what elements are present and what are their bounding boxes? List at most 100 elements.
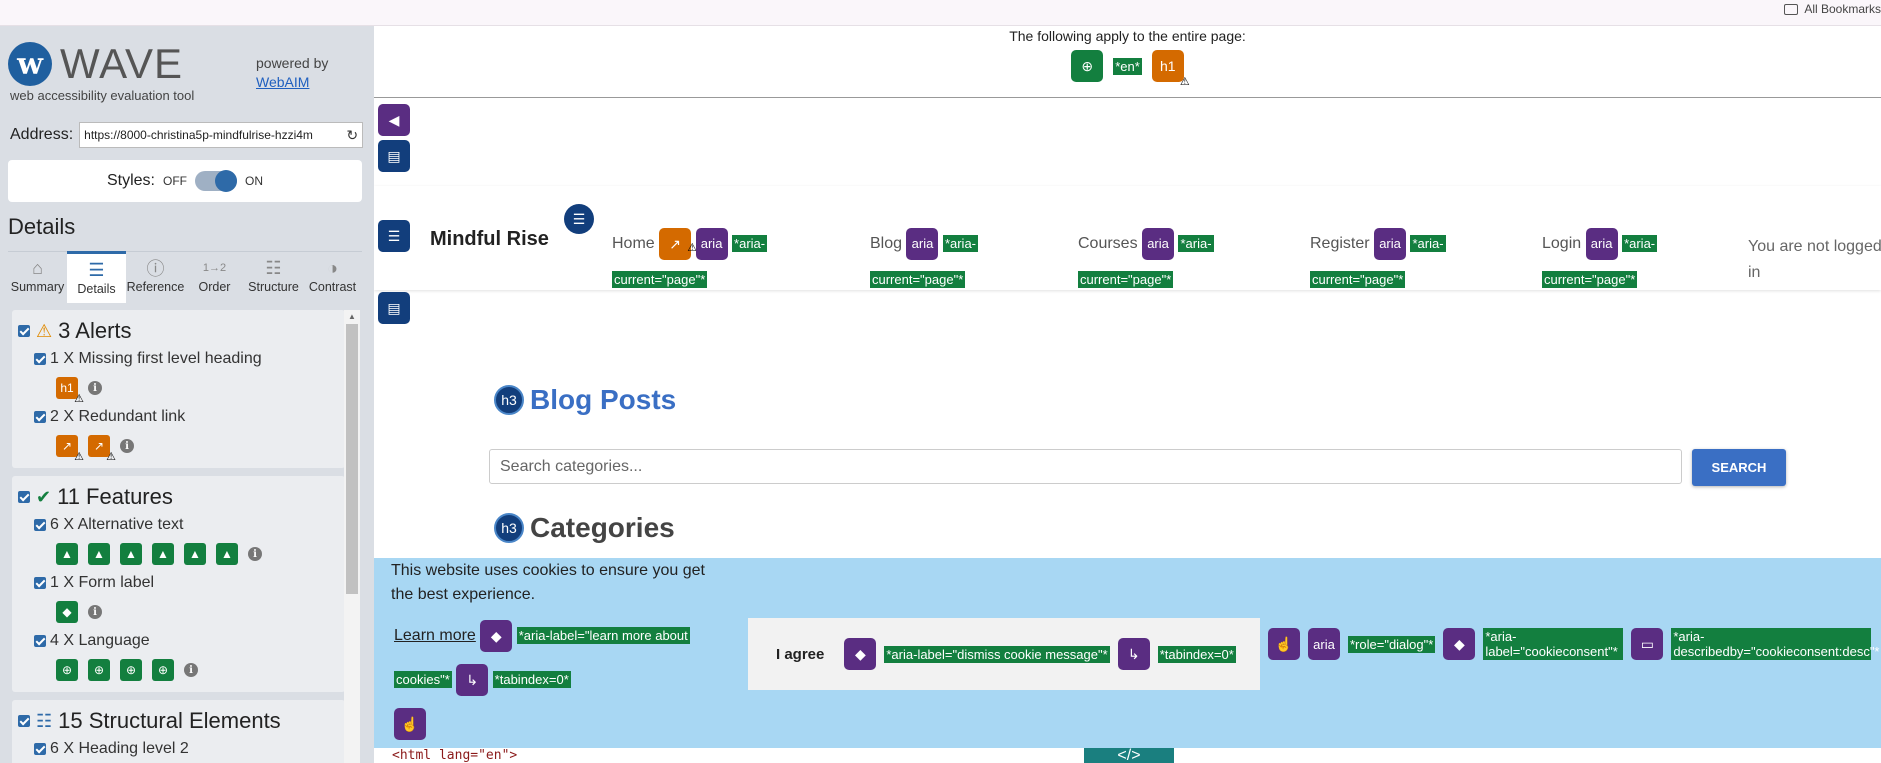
alt-text-icon[interactable]: ▲ bbox=[184, 543, 206, 565]
item-checkbox[interactable] bbox=[34, 577, 46, 589]
alerts-title: 3 Alerts bbox=[58, 318, 132, 343]
tab-structure-label: Structure bbox=[248, 280, 299, 294]
info-icon[interactable]: i bbox=[88, 605, 102, 619]
pointer-icon[interactable]: ☝ bbox=[394, 707, 426, 740]
webaim-link[interactable]: WebAIM bbox=[256, 74, 309, 90]
info-icon[interactable]: i bbox=[88, 381, 102, 395]
nav-item-blog[interactable]: Blog aria *aria- current="page"* bbox=[870, 226, 1030, 298]
info-icon[interactable]: i bbox=[120, 439, 134, 453]
search-placeholder: Search categories... bbox=[500, 458, 643, 475]
list-icon[interactable]: ☰ bbox=[564, 204, 594, 234]
aria-tag: *aria- bbox=[1622, 235, 1658, 252]
language-icon[interactable]: ⊕ bbox=[56, 659, 78, 681]
language-icon[interactable]: ⊕ bbox=[88, 659, 110, 681]
tab-contrast[interactable]: ◑ Contrast bbox=[303, 251, 362, 303]
tag-icon[interactable]: ◆ bbox=[1443, 628, 1476, 660]
scroll-up-icon[interactable]: ▲ bbox=[348, 312, 356, 321]
features-checkbox[interactable] bbox=[18, 491, 30, 503]
aria-icon[interactable]: aria bbox=[1585, 227, 1618, 260]
aria-label-tag: *aria-label="cookieconsent"* bbox=[1483, 628, 1624, 660]
search-input[interactable]: Search categories... bbox=[489, 449, 1682, 484]
site-brand[interactable]: Mindful Rise bbox=[430, 228, 549, 251]
learn-more-link[interactable]: Learn more bbox=[394, 627, 476, 644]
tab-summary[interactable]: ⌂ Summary bbox=[8, 251, 67, 303]
header-landmark-icon[interactable]: ▤ bbox=[378, 140, 410, 172]
item-checkbox[interactable] bbox=[34, 353, 46, 365]
h3-icon[interactable]: h3 bbox=[494, 385, 524, 415]
nav-item-courses[interactable]: Courses aria *aria- current="page"* bbox=[1078, 226, 1258, 298]
info-icon[interactable]: i bbox=[184, 663, 198, 677]
aria-icon[interactable]: aria bbox=[1142, 227, 1175, 260]
info-icon[interactable]: i bbox=[248, 547, 262, 561]
alt-text-icon[interactable]: ▲ bbox=[56, 543, 78, 565]
nav-register-label[interactable]: Register bbox=[1310, 235, 1370, 252]
nav-home-label[interactable]: Home bbox=[612, 235, 655, 252]
styles-off-label: OFF bbox=[163, 174, 187, 188]
toggle-knob[interactable] bbox=[215, 170, 237, 192]
nav-login-label[interactable]: Login bbox=[1542, 235, 1581, 252]
main-landmark-icon[interactable]: ▤ bbox=[378, 292, 410, 324]
redundant-link-icon[interactable]: ↗ ⚠ bbox=[56, 435, 84, 463]
speech-bubble-icon[interactable]: ▭ bbox=[1631, 628, 1664, 660]
item-checkbox[interactable] bbox=[34, 635, 46, 647]
redundant-link-icon[interactable]: ↗ ⚠ bbox=[659, 227, 697, 260]
language-icon[interactable]: ⊕ bbox=[152, 659, 174, 681]
item-checkbox[interactable] bbox=[34, 411, 46, 423]
all-bookmarks-label[interactable]: All Bookmarks bbox=[1804, 2, 1881, 16]
tabindex-icon[interactable]: ↳ bbox=[456, 663, 489, 696]
cookie-banner: This website uses cookies to ensure you … bbox=[374, 558, 1881, 748]
language-icon[interactable]: ⊕ bbox=[1071, 50, 1104, 82]
scrollbar-thumb[interactable] bbox=[346, 324, 358, 594]
aria-icon[interactable]: aria bbox=[1308, 628, 1340, 660]
tab-structure[interactable]: ☷ Structure bbox=[244, 251, 303, 303]
h1-alert-icon[interactable]: h1 ⚠ bbox=[56, 377, 84, 405]
structural-category: ☷ 15 Structural Elements bbox=[18, 708, 339, 734]
structural-card: ☷ 15 Structural Elements 6 X Heading lev… bbox=[12, 700, 345, 763]
address-input[interactable]: https://8000-christina5p-mindfulrise-hzz… bbox=[79, 122, 364, 148]
nav-blog-label[interactable]: Blog bbox=[870, 235, 902, 252]
warning-icon: ⚠ bbox=[106, 451, 116, 463]
nav-item-login[interactable]: Login aria *aria- current="page"* bbox=[1542, 226, 1712, 298]
pointer-icon[interactable]: ☝ bbox=[1268, 628, 1300, 660]
language-icon[interactable]: ⊕ bbox=[120, 659, 142, 681]
details-panel: ⚠ 3 Alerts 1 X Missing first level headi… bbox=[12, 310, 345, 763]
h1-alert-icon[interactable]: h1 ⚠ bbox=[1151, 50, 1190, 88]
tab-details[interactable]: ☰ Details bbox=[67, 251, 126, 303]
nav-landmark-icon[interactable]: ☰ bbox=[378, 220, 410, 252]
nav-item-register[interactable]: Register aria *aria- current="page"* bbox=[1310, 226, 1490, 298]
styles-on-label: ON bbox=[245, 174, 263, 188]
search-button[interactable]: SEARCH bbox=[1692, 449, 1786, 486]
alt-text-icon[interactable]: ▲ bbox=[152, 543, 174, 565]
warning-icon: ⚠ bbox=[74, 393, 84, 405]
aria-icon[interactable]: aria bbox=[695, 227, 728, 260]
form-label-icon[interactable]: ◆ bbox=[56, 601, 78, 623]
h3-icon[interactable]: h3 bbox=[494, 513, 524, 543]
details-scrollbar[interactable]: ▲ bbox=[344, 310, 360, 763]
nav-item-home[interactable]: Home ↗ ⚠ aria *aria- current="page"* bbox=[612, 226, 802, 298]
structural-checkbox[interactable] bbox=[18, 715, 30, 727]
contrast-icon: ◑ bbox=[327, 257, 338, 278]
bookmarks-bar[interactable]: All Bookmarks bbox=[1784, 0, 1881, 16]
tag-icon[interactable]: ◆ bbox=[480, 619, 513, 652]
megaphone-icon[interactable]: ◀ bbox=[378, 104, 410, 136]
tabindex-icon[interactable]: ↳ bbox=[1117, 638, 1150, 670]
styles-toggle[interactable] bbox=[195, 170, 237, 192]
alt-text-icon[interactable]: ▲ bbox=[216, 543, 238, 565]
nav-courses-label[interactable]: Courses bbox=[1078, 235, 1138, 252]
tag-icon[interactable]: ◆ bbox=[844, 638, 877, 670]
alt-text-icon[interactable]: ▲ bbox=[120, 543, 142, 565]
aria-icon[interactable]: aria bbox=[906, 227, 939, 260]
address-value[interactable]: https://8000-christina5p-mindfulrise-hzz… bbox=[84, 128, 313, 142]
alt-text-icon[interactable]: ▲ bbox=[88, 543, 110, 565]
page-preview: The following apply to the entire page: … bbox=[374, 26, 1881, 763]
item-checkbox[interactable] bbox=[34, 743, 46, 755]
aria-icon[interactable]: aria bbox=[1374, 227, 1407, 260]
item-checkbox[interactable] bbox=[34, 519, 46, 531]
tab-order[interactable]: 1→2 Order bbox=[185, 251, 244, 303]
agree-button[interactable]: I agree bbox=[776, 646, 824, 663]
code-toggle-button[interactable]: </> bbox=[1084, 748, 1174, 763]
alerts-checkbox[interactable] bbox=[18, 325, 30, 337]
redundant-link-icon[interactable]: ↗ ⚠ bbox=[88, 435, 116, 463]
tab-reference[interactable]: ⓘ Reference bbox=[126, 251, 185, 303]
reload-icon[interactable]: ↻ bbox=[346, 127, 358, 144]
